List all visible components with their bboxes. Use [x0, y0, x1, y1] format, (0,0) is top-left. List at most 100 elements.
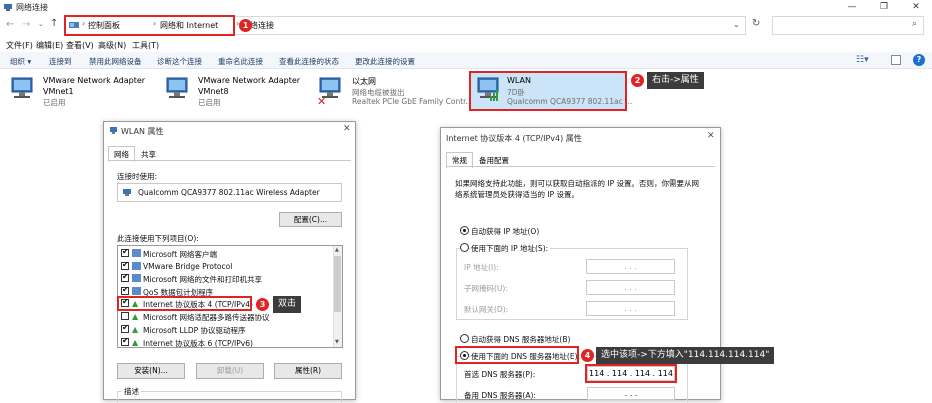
adapter-vmnet8-name[interactable]: VMware Network Adapter [198, 76, 300, 85]
auto-ip-label[interactable]: 自动获得 IP 地址(O) [471, 226, 539, 237]
adapter-vmnet1-status: 已启用 [43, 98, 66, 107]
adapter-ethernet-device: Realtek PCIe GbE Family Contr... [352, 97, 473, 106]
refresh-icon[interactable]: ↻ [752, 18, 760, 29]
ipv4-dialog-title: Internet 协议版本 4 (TCP/IPv4) 属性 [446, 134, 582, 143]
ipv4-intro-line1: 如果网络支持此功能，则可以获取自动指派的 IP 设置。否则，你需要从网 [455, 179, 700, 188]
item-checkbox[interactable] [121, 260, 129, 270]
description-group [117, 391, 342, 403]
auto-dns-radio[interactable] [460, 334, 469, 343]
recent-dropdown-icon[interactable]: ⌄ [38, 20, 44, 28]
list-item[interactable]: VMware Bridge Protocol [143, 262, 232, 271]
ipv4-highlight [117, 296, 252, 311]
menu-file[interactable]: 文件(F) [6, 40, 33, 51]
list-item[interactable]: Microsoft 网络适配器多路传送器协议 [143, 312, 270, 323]
scroll-thumb[interactable] [334, 256, 341, 312]
wlan-dialog-close-icon[interactable]: ✕ [343, 124, 351, 134]
item-checkbox[interactable] [121, 312, 129, 320]
diagnose-button[interactable]: 诊断这个连接 [157, 56, 202, 67]
step-badge-4: 4 [581, 349, 594, 362]
network-window-icon [3, 3, 13, 12]
service-icon [132, 274, 141, 282]
back-arrow-icon[interactable]: ← [6, 19, 14, 30]
minimize-button[interactable]: — [836, 0, 868, 14]
item-checkbox[interactable] [121, 247, 129, 257]
uninstall-button[interactable]: 卸载(U) [196, 363, 264, 379]
organize-button[interactable]: 组织 ▾ [10, 56, 31, 67]
title-bar [0, 0, 932, 14]
forward-arrow-icon[interactable]: → [22, 19, 30, 30]
item-checkbox[interactable] [121, 272, 129, 282]
properties-button[interactable]: 属性(R) [274, 363, 342, 379]
items-label: 此连接使用下列项目(O): [117, 234, 199, 243]
manual-dns-highlight [455, 346, 579, 364]
adapter-vmnet1-line2: VMnet1 [43, 87, 74, 96]
gateway-input[interactable]: . . . [586, 301, 675, 316]
svg-text:✕: ✕ [317, 95, 326, 106]
adapter-card-icon [122, 188, 132, 197]
adapter-vmnet8-status: 已启用 [198, 98, 221, 107]
configure-button[interactable]: 配置(C)... [279, 212, 342, 227]
step-callout-2: 右击->属性 [647, 72, 704, 89]
manual-ip-radio[interactable] [460, 243, 469, 252]
list-item[interactable]: Microsoft LLDP 协议驱动程序 [143, 325, 246, 336]
auto-dns-label[interactable]: 自动获得 DNS 服务器地址(B) [471, 334, 570, 345]
adapter-name-text: Qualcomm QCA9377 802.11ac Wireless Adapt… [138, 188, 320, 197]
item-checkbox[interactable] [121, 285, 129, 295]
disable-device-button[interactable]: 禁用此网络设备 [89, 56, 142, 67]
preferred-dns-highlight [585, 364, 677, 383]
ip-address-input[interactable]: . . . [586, 259, 675, 274]
adapter-ethernet-name[interactable]: 以太网 [352, 76, 376, 87]
connect-to-button[interactable]: 连接到 [49, 56, 72, 67]
subnet-mask-label: 子网掩码(U): [464, 284, 508, 293]
preview-pane-icon[interactable] [891, 55, 901, 65]
item-checkbox[interactable] [121, 323, 129, 333]
maximize-button[interactable]: ❐ [868, 0, 900, 14]
tab-divider [446, 166, 715, 167]
protocol-icon [132, 262, 141, 270]
protocol-icon: ▲ [132, 325, 139, 334]
scroll-up-icon[interactable]: ▲ [335, 247, 339, 253]
protocol-icon: ▲ [132, 338, 139, 347]
wlan-dialog-icon [109, 126, 118, 135]
menu-edit[interactable]: 编辑(E) [36, 40, 63, 51]
ip-address-label: IP 地址(I): [464, 263, 499, 272]
wlan-dialog-title: WLAN 属性 [121, 127, 164, 136]
item-checkbox[interactable] [121, 336, 129, 346]
connect-using-label: 连接时使用: [117, 172, 158, 181]
window-title: 网络连接 [16, 3, 48, 12]
step-badge-1: 1 [239, 19, 252, 32]
subnet-mask-input[interactable]: . . . [586, 280, 675, 295]
step-badge-3: 3 [256, 298, 269, 311]
vmnet1-adapter-icon [8, 74, 38, 104]
search-input[interactable] [772, 16, 924, 35]
step-callout-4: 选中该项->下方填入"114.114.114.114" [596, 347, 775, 364]
menu-view[interactable]: 查看(V) [66, 40, 94, 51]
alternate-dns-input[interactable]: . . . [587, 387, 675, 400]
search-icon: ⌕ [912, 19, 918, 29]
manual-ip-label[interactable]: 使用下面的 IP 地址(S): [471, 243, 551, 254]
install-button[interactable]: 安装(N)... [117, 363, 185, 379]
rename-button[interactable]: 重命名此连接 [218, 56, 263, 67]
address-dropdown-icon[interactable]: ⌄ [733, 20, 740, 29]
step-badge-2: 2 [631, 74, 644, 87]
view-options-icon[interactable]: ☷▾ [856, 55, 869, 65]
list-item[interactable]: Internet 协议版本 6 (TCP/IPv6) [143, 338, 253, 349]
view-status-button[interactable]: 查看此连接的状态 [279, 56, 339, 67]
auto-ip-radio[interactable] [460, 226, 469, 235]
list-item[interactable]: Microsoft 网络客户端 [143, 249, 217, 260]
list-item[interactable]: Microsoft 网络的文件和打印机共享 [143, 274, 262, 285]
description-label: 描述 [122, 386, 141, 397]
scroll-down-icon[interactable]: ▼ [335, 339, 339, 345]
menu-tools[interactable]: 工具(T) [132, 40, 159, 51]
ipv4-intro-line2: 络系统管理员处获得适当的 IP 设置。 [455, 190, 580, 199]
adapter-vmnet1-name[interactable]: VMware Network Adapter [43, 76, 145, 85]
help-icon[interactable]: ? [913, 54, 925, 66]
up-arrow-icon[interactable]: ↑ [50, 18, 58, 29]
change-settings-button[interactable]: 更改此连接的设置 [355, 56, 415, 67]
vmnet8-adapter-icon [163, 74, 193, 104]
close-window-button[interactable]: ✕ [900, 0, 932, 14]
client-icon [132, 249, 141, 257]
ipv4-dialog-close-icon[interactable]: ✕ [707, 131, 715, 141]
breadcrumb-highlight [64, 15, 235, 36]
menu-advanced[interactable]: 高级(N) [98, 40, 126, 51]
